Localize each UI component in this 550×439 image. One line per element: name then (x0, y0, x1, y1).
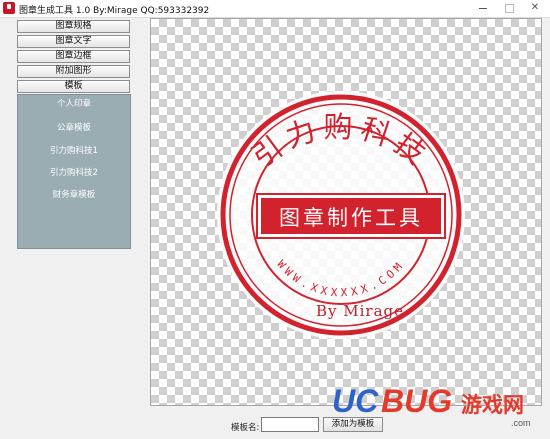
template-item-finance[interactable]: 财务章模板 (18, 189, 130, 202)
add-template-button[interactable]: 添加为模板 (323, 417, 383, 432)
stamp-border-button[interactable]: 图章边框 (17, 50, 130, 63)
watermark-domain: .com (511, 418, 531, 428)
maximize-icon[interactable] (496, 0, 522, 16)
stamp-preview: 引力购科技 WWW.XXXXXX.COM 图章制作工具 By Mirage (217, 91, 465, 339)
template-item-tech1[interactable]: 引力购科技1 (18, 145, 130, 158)
template-item-official[interactable]: 公章模板 (18, 122, 130, 135)
minimize-icon[interactable] (470, 0, 496, 16)
close-icon[interactable]: ✕ (522, 0, 548, 16)
template-button[interactable]: 模板 (17, 80, 130, 93)
banner-text: 图章制作工具 (279, 206, 423, 230)
signature-text: By Mirage (316, 302, 404, 320)
template-item-tech2[interactable]: 引力购科技2 (18, 167, 130, 180)
stamp-canvas[interactable]: 引力购科技 WWW.XXXXXX.COM 图章制作工具 By Mirage (150, 18, 542, 406)
template-item-personal[interactable]: 个人印章 (18, 98, 130, 111)
window-title: 图章生成工具 1.0 By:Mirage QQ:593332392 (19, 6, 210, 16)
stamp-spec-button[interactable]: 图章规格 (17, 20, 130, 33)
stamp-text-button[interactable]: 图章文字 (17, 35, 130, 48)
title-bar: 图章生成工具 1.0 By:Mirage QQ:593332392 ✕ (0, 0, 550, 18)
template-list: 个人印章 公章模板 引力购科技1 引力购科技2 财务章模板 (17, 94, 131, 249)
template-name-input[interactable] (261, 417, 319, 432)
template-name-label: 模板名: (231, 423, 260, 433)
app-icon (3, 2, 15, 14)
extra-shape-button[interactable]: 附加图形 (17, 65, 130, 78)
